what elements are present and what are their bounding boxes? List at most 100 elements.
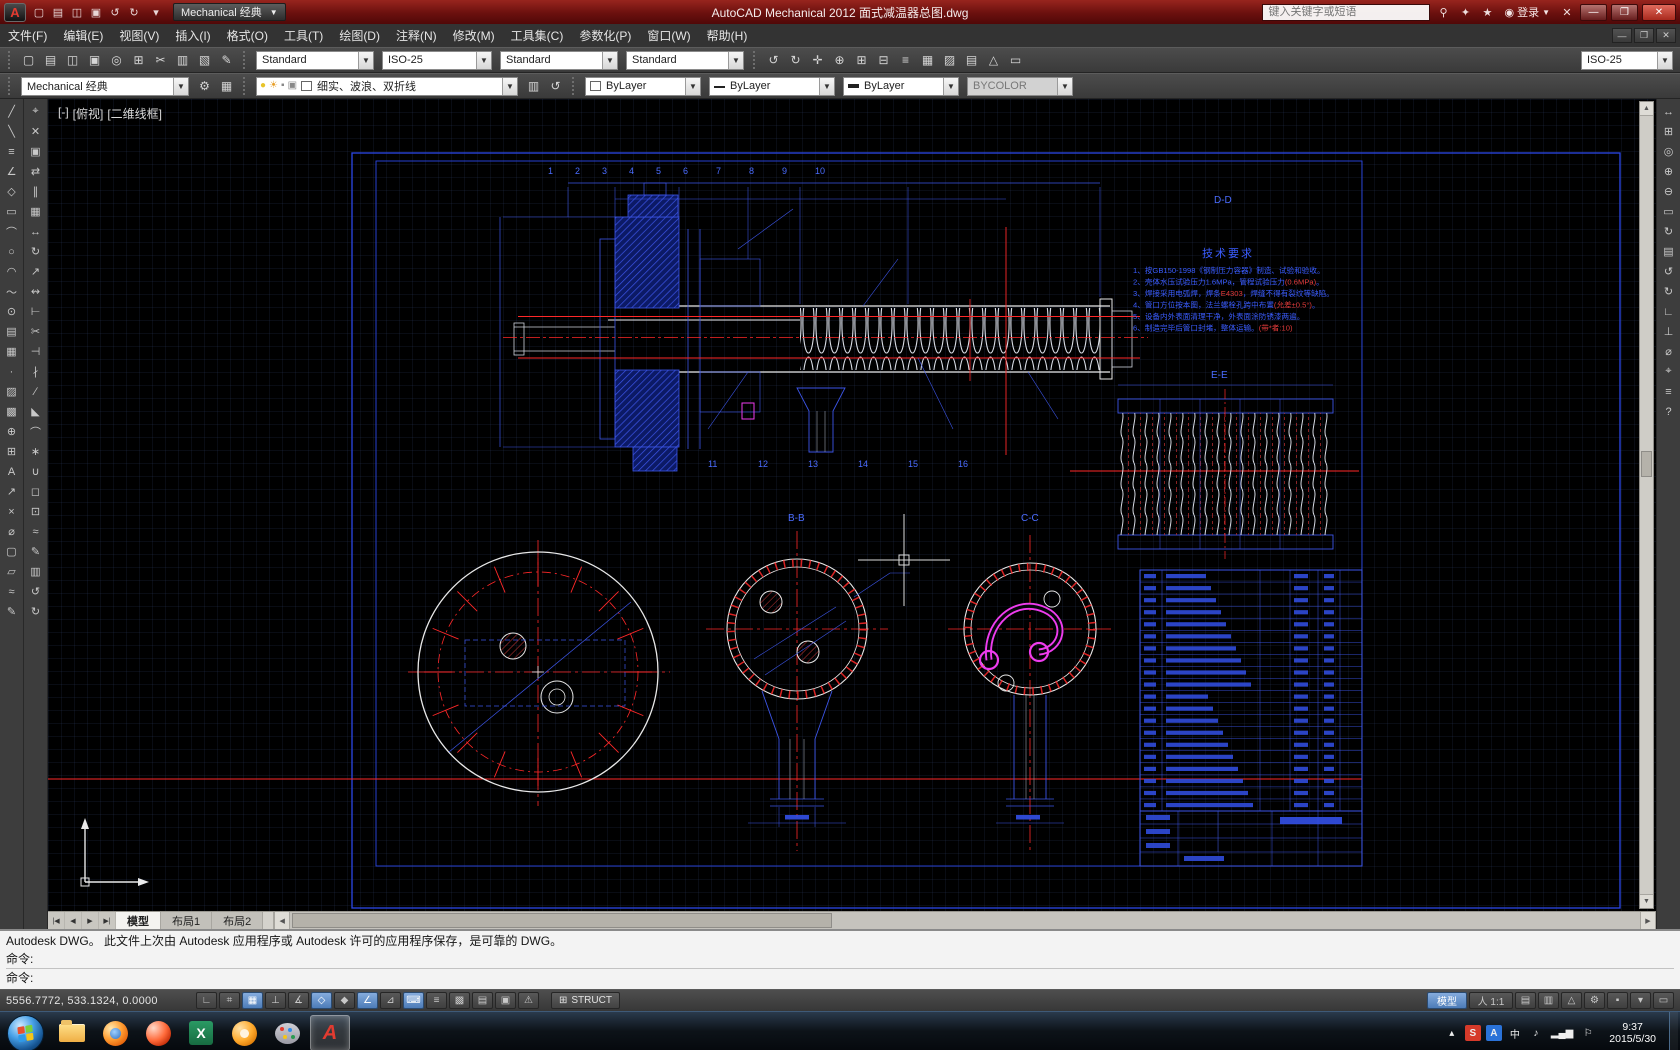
menu-item-1[interactable]: 编辑(E) — [55, 24, 111, 47]
layer-on-icon[interactable]: ● — [260, 81, 266, 91]
scroll-up-icon[interactable]: ▲ — [1640, 102, 1653, 116]
hatch-icon[interactable]: ▨ — [1, 382, 22, 401]
tab-nav-icon[interactable]: |◀ — [48, 912, 65, 929]
divide-icon[interactable]: × — [1, 502, 22, 521]
firefox-taskbar-icon[interactable] — [95, 1015, 135, 1050]
excel-taskbar-icon[interactable] — [181, 1015, 221, 1050]
palette-app-taskbar-icon[interactable] — [267, 1015, 307, 1050]
quick-view-drawings-icon[interactable]: ▥ — [1538, 992, 1559, 1009]
workspace-switching-icon[interactable]: ⚙ — [1584, 992, 1605, 1009]
dynamic-input-icon[interactable]: ⌨ — [403, 992, 424, 1009]
osnap-3d-icon[interactable]: ◆ — [334, 992, 355, 1009]
struct-button[interactable]: ⊞ STRUCT — [551, 992, 620, 1009]
layer-states-icon[interactable]: ▥ — [523, 76, 544, 96]
favorites-star-icon[interactable]: ★ — [1478, 4, 1496, 21]
scroll-thumb[interactable] — [1641, 451, 1652, 477]
doc-close-icon[interactable]: ✕ — [1656, 28, 1676, 43]
selection-cycling-icon[interactable]: ▣ — [495, 992, 516, 1009]
menu-item-8[interactable]: 修改(M) — [445, 24, 503, 47]
menu-item-0[interactable]: 文件(F) — [0, 24, 55, 47]
redo-icon[interactable]: ↻ — [125, 3, 143, 21]
search-icon[interactable]: ⚲ — [1434, 4, 1452, 21]
toolbar-grip[interactable] — [243, 51, 247, 69]
rectangle-icon[interactable]: ▭ — [1, 202, 22, 221]
plot-preview-icon[interactable]: ◎ — [106, 50, 127, 70]
doc-restore-icon[interactable]: ❐ — [1634, 28, 1654, 43]
dim-style-combo[interactable]: ISO-25▼ — [382, 51, 492, 70]
revision-cloud-icon[interactable]: ◠ — [1, 262, 22, 281]
undo-icon[interactable]: ↺ — [763, 50, 784, 70]
menu-item-5[interactable]: 工具(T) — [276, 24, 331, 47]
quick-properties-icon[interactable]: ▤ — [472, 992, 493, 1009]
mirror-icon[interactable]: ⇄ — [25, 162, 46, 181]
select-icon[interactable]: ⌖ — [25, 102, 46, 121]
infer-constraints-icon[interactable]: ∟ — [196, 992, 217, 1009]
windows-explorer-taskbar-icon[interactable] — [52, 1015, 92, 1050]
help-icon[interactable]: ? — [1658, 402, 1679, 421]
autocad-taskbar-icon[interactable] — [310, 1015, 350, 1050]
hidden-icons-icon[interactable]: ▴ — [1444, 1025, 1460, 1041]
ime-chinese-icon[interactable]: 中 — [1507, 1025, 1523, 1041]
viewport-menu-control[interactable]: [-] — [58, 105, 69, 122]
chamfer-icon[interactable]: ◣ — [25, 402, 46, 421]
break-at-point-icon[interactable]: ∤ — [25, 362, 46, 381]
ray-icon[interactable]: ↗ — [1, 482, 22, 501]
browser-ball-taskbar-icon[interactable] — [138, 1015, 178, 1050]
vertical-scrollbar[interactable]: ▲ ▼ — [1639, 101, 1654, 909]
sogou-icon[interactable]: S — [1465, 1025, 1481, 1041]
move-icon[interactable]: ↔ — [25, 222, 46, 241]
command-line-window[interactable]: Autodesk DWG。 此文件上次由 Autodesk 应用程序或 Auto… — [0, 929, 1680, 989]
office-orange-taskbar-icon[interactable] — [224, 1015, 264, 1050]
dynamic-ucs-icon[interactable]: ⊿ — [380, 992, 401, 1009]
open-icon[interactable]: ▤ — [49, 3, 67, 21]
visual-style-control[interactable]: [二维线框] — [107, 105, 162, 122]
zoom-in-icon[interactable]: ⊕ — [1658, 162, 1679, 181]
sketch-icon[interactable]: ✎ — [1, 602, 22, 621]
ortho-icon[interactable]: ⊥ — [265, 992, 286, 1009]
doc-minimize-icon[interactable]: — — [1612, 28, 1632, 43]
toolbar-grip[interactable] — [8, 51, 12, 69]
menu-item-7[interactable]: 注释(N) — [388, 24, 445, 47]
toolbar-grip[interactable] — [243, 77, 247, 95]
copy-icon[interactable]: ▣ — [25, 142, 46, 161]
zoom-previous-icon[interactable]: ⊟ — [873, 50, 894, 70]
layer-lock-icon[interactable]: ▪ — [281, 81, 285, 91]
polar-icon[interactable]: ∡ — [288, 992, 309, 1009]
tab-layout1[interactable]: 布局1 — [161, 912, 212, 929]
pan-icon[interactable]: ✛ — [807, 50, 828, 70]
gradient-icon[interactable]: ▩ — [1, 402, 22, 421]
copy-clip-icon[interactable]: ▥ — [172, 50, 193, 70]
erase-icon[interactable]: ✕ — [25, 122, 46, 141]
scroll-right-icon[interactable]: ▶ — [1640, 912, 1656, 929]
scroll-track[interactable] — [1640, 116, 1653, 894]
arc-icon[interactable]: ⌒ — [1, 222, 22, 241]
wipeout-icon[interactable]: ▱ — [1, 562, 22, 581]
restore-button[interactable]: ❐ — [1611, 4, 1638, 21]
workspace-settings-icon[interactable]: ⚙ — [194, 76, 215, 96]
orbit-icon[interactable]: ↻ — [1658, 222, 1679, 241]
save-icon[interactable]: ◫ — [62, 50, 83, 70]
toolpalettes-icon[interactable]: ▨ — [939, 50, 960, 70]
extend-icon[interactable]: ⊣ — [25, 342, 46, 361]
break-icon[interactable]: ∕ — [25, 382, 46, 401]
menu-item-11[interactable]: 窗口(W) — [639, 24, 698, 47]
helix-icon[interactable]: ≈ — [1, 582, 22, 601]
qnew-icon[interactable]: ▢ — [18, 50, 39, 70]
undo-modify-icon[interactable]: ↺ — [25, 582, 46, 601]
spline-icon[interactable]: ～ — [1, 282, 22, 301]
make-block-icon[interactable]: ▦ — [1, 342, 22, 361]
a360-icon[interactable]: A — [1486, 1025, 1502, 1041]
workspace-switcher[interactable]: Mechanical 经典 ▼ — [173, 3, 286, 21]
plot-icon[interactable]: ▣ — [84, 50, 105, 70]
model-space-button[interactable]: 模型 — [1427, 992, 1467, 1009]
group-icon[interactable]: ◻ — [25, 482, 46, 501]
menu-item-2[interactable]: 视图(V) — [111, 24, 167, 47]
redo-modify-icon[interactable]: ↻ — [25, 602, 46, 621]
align-icon[interactable]: ≈ — [25, 522, 46, 541]
array-icon[interactable]: ▦ — [25, 202, 46, 221]
menu-item-6[interactable]: 绘图(D) — [331, 24, 388, 47]
designcenter-icon[interactable]: ▦ — [917, 50, 938, 70]
measure-icon[interactable]: ⌀ — [1, 522, 22, 541]
transparency-icon[interactable]: ▩ — [449, 992, 470, 1009]
layer-properties-icon[interactable]: ▦ — [216, 76, 237, 96]
